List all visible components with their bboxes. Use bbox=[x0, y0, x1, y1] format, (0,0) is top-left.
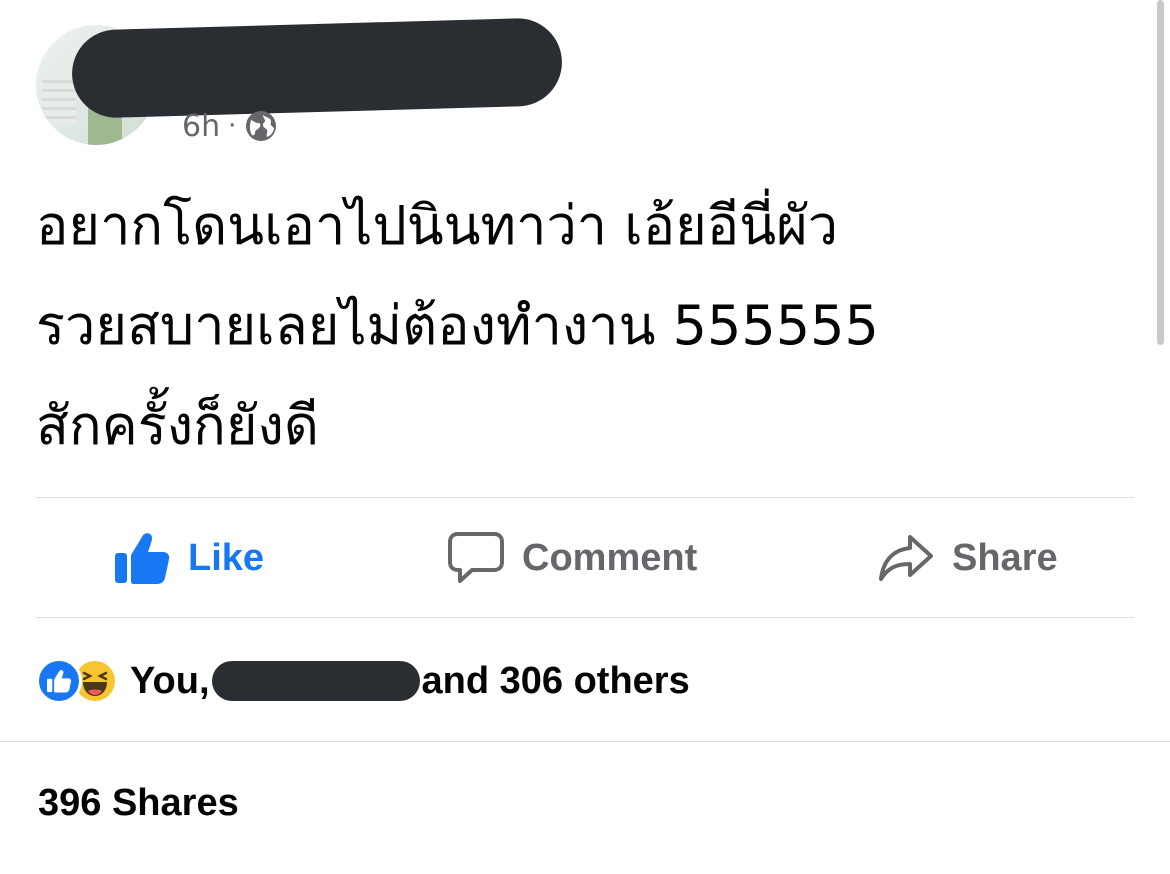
comment-button[interactable]: Comment bbox=[448, 498, 697, 618]
share-button[interactable]: Share bbox=[878, 498, 1058, 618]
comment-icon bbox=[448, 532, 504, 583]
thumbs-up-icon bbox=[115, 533, 170, 584]
comment-label: Comment bbox=[522, 536, 698, 579]
post-text: อยากโดนเอาไปนินทาว่า เอ้ยอีนี่ผัว รวยสบา… bbox=[36, 194, 879, 457]
avatar-background bbox=[42, 75, 76, 125]
like-button[interactable]: Like bbox=[114, 498, 264, 618]
divider-bottom bbox=[0, 741, 1170, 742]
post-meta: 6h · bbox=[182, 104, 278, 148]
post-time[interactable]: 6h bbox=[182, 109, 220, 144]
like-label: Like bbox=[188, 536, 265, 579]
globe-icon[interactable] bbox=[244, 109, 278, 143]
meta-separator: · bbox=[228, 111, 237, 141]
redacted-friend-name bbox=[211, 661, 420, 701]
reactions-summary[interactable]: You, and 306 others bbox=[36, 652, 690, 710]
shares-count[interactable]: 396 Shares bbox=[38, 778, 239, 828]
reactions-suffix: and 306 others bbox=[421, 659, 690, 702]
like-reaction-icon bbox=[36, 658, 82, 704]
share-arrow-icon bbox=[879, 535, 933, 581]
divider-middle bbox=[36, 617, 1134, 618]
scrollbar[interactable] bbox=[1157, 0, 1164, 345]
redacted-author-name bbox=[70, 17, 564, 119]
reactions-prefix: You, bbox=[130, 659, 210, 702]
share-label: Share bbox=[952, 536, 1058, 579]
reactions-text: You, and 306 others bbox=[130, 660, 690, 703]
post-action-bar: Like Comment Share bbox=[36, 498, 1134, 618]
